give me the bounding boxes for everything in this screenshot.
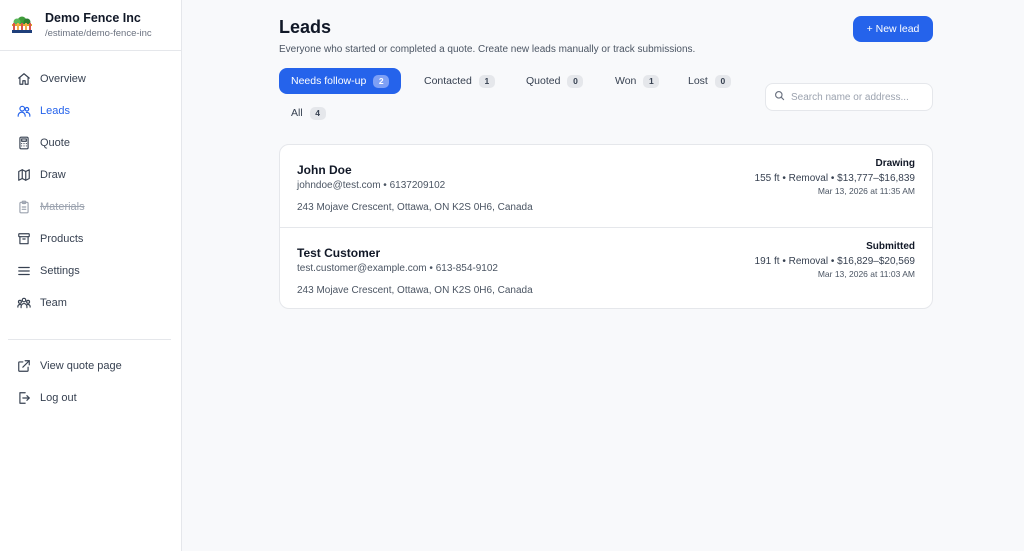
sidebar-item-leads[interactable]: Leads bbox=[0, 95, 181, 127]
tab-count-badge: 0 bbox=[714, 74, 731, 88]
sidebar-item-quote[interactable]: Quote bbox=[0, 127, 181, 159]
search-icon bbox=[774, 88, 785, 106]
tab-quoted[interactable]: Quoted 0 bbox=[526, 68, 584, 94]
tab-label: Needs follow-up bbox=[291, 75, 367, 87]
sidebar-item-team[interactable]: Team bbox=[0, 287, 181, 319]
sidebar-item-label: Settings bbox=[40, 265, 80, 277]
calculator-icon bbox=[16, 135, 32, 151]
sidebar-item-label: Overview bbox=[40, 73, 86, 85]
page-title: Leads bbox=[279, 17, 332, 37]
lead-address: 243 Mojave Crescent, Ottawa, ON K2S 0H6,… bbox=[297, 202, 533, 213]
map-icon bbox=[16, 167, 32, 183]
logout-icon bbox=[16, 390, 32, 406]
lead-date: Mar 13, 2026 at 11:35 AM bbox=[817, 186, 915, 196]
sidebar-item-label: Log out bbox=[40, 392, 77, 404]
sidebar-item-label: Products bbox=[40, 233, 84, 245]
leads-list: John Doe johndoe@test.com • 6137209102 2… bbox=[279, 144, 933, 309]
sidebar-divider bbox=[8, 339, 171, 340]
brand-path: /estimate/demo-fence-inc bbox=[45, 27, 152, 39]
lead-date: Mar 13, 2026 at 11:03 AM bbox=[817, 269, 915, 279]
tab-label: Won bbox=[615, 75, 637, 87]
sidebar: Demo Fence Inc /estimate/demo-fence-inc … bbox=[0, 0, 182, 551]
tab-count-badge: 1 bbox=[643, 74, 660, 88]
tab-lost[interactable]: Lost 0 bbox=[688, 68, 731, 94]
lead-status: Submitted bbox=[866, 241, 915, 252]
lead-name: Test Customer bbox=[297, 246, 381, 260]
tab-needs-follow-up[interactable]: Needs follow-up 2 bbox=[279, 68, 402, 94]
sidebar-item-label: Draw bbox=[40, 169, 66, 181]
new-lead-button[interactable]: + New lead bbox=[853, 16, 933, 42]
tab-count-badge: 1 bbox=[478, 74, 495, 88]
sidebar-item-log-out[interactable]: Log out bbox=[0, 382, 181, 414]
sidebar-item-overview[interactable]: Overview bbox=[0, 63, 181, 95]
sidebar-item-label: View quote page bbox=[40, 360, 122, 372]
sidebar-item-label: Leads bbox=[40, 105, 70, 117]
tab-all[interactable]: All 4 bbox=[291, 100, 326, 126]
sidebar-item-label: Materials bbox=[40, 201, 85, 213]
brand-name: Demo Fence Inc bbox=[45, 10, 141, 25]
sidebar-item-materials[interactable]: Materials bbox=[0, 191, 181, 223]
lead-contact: johndoe@test.com • 6137209102 bbox=[297, 180, 446, 191]
lead-contact: test.customer@example.com • 613-854-9102 bbox=[297, 263, 498, 274]
fence-logo-icon bbox=[10, 13, 34, 37]
team-icon bbox=[16, 295, 32, 311]
archive-icon bbox=[16, 231, 32, 247]
brand-header[interactable]: Demo Fence Inc /estimate/demo-fence-inc bbox=[0, 0, 181, 51]
tab-label: Contacted bbox=[424, 75, 472, 87]
lead-row[interactable]: John Doe johndoe@test.com • 6137209102 2… bbox=[280, 145, 932, 227]
sidebar-item-view-quote-page[interactable]: View quote page bbox=[0, 350, 181, 382]
tab-count-badge: 2 bbox=[373, 74, 390, 88]
tab-count-badge: 4 bbox=[309, 106, 326, 120]
search-box bbox=[765, 83, 933, 111]
sidebar-item-label: Quote bbox=[40, 137, 70, 149]
lead-status: Drawing bbox=[875, 158, 915, 169]
tab-label: Lost bbox=[688, 75, 708, 87]
search-input[interactable] bbox=[791, 91, 921, 103]
tab-contacted[interactable]: Contacted 1 bbox=[424, 68, 495, 94]
lead-name: John Doe bbox=[297, 163, 352, 177]
tab-label: Quoted bbox=[526, 75, 561, 87]
tab-count-badge: 0 bbox=[567, 74, 584, 88]
sidebar-item-settings[interactable]: Settings bbox=[0, 255, 181, 287]
tab-label: All bbox=[291, 107, 303, 119]
lead-detail: 155 ft • Removal • $13,777–$16,839 bbox=[754, 173, 915, 184]
lead-address: 243 Mojave Crescent, Ottawa, ON K2S 0H6,… bbox=[297, 285, 533, 296]
page-subtitle: Everyone who started or completed a quot… bbox=[279, 44, 696, 55]
sidebar-item-label: Team bbox=[40, 297, 67, 309]
lead-row[interactable]: Test Customer test.customer@example.com … bbox=[280, 227, 932, 308]
lead-detail: 191 ft • Removal • $16,829–$20,569 bbox=[754, 256, 915, 267]
home-icon bbox=[16, 71, 32, 87]
menu-icon bbox=[16, 263, 32, 279]
sidebar-nav: Overview Leads Quote Draw Materials Prod… bbox=[0, 51, 181, 414]
sidebar-item-draw[interactable]: Draw bbox=[0, 159, 181, 191]
sidebar-item-products[interactable]: Products bbox=[0, 223, 181, 255]
tab-won[interactable]: Won 1 bbox=[615, 68, 660, 94]
main-content: Leads Everyone who started or completed … bbox=[182, 0, 1024, 551]
users-icon bbox=[16, 103, 32, 119]
external-link-icon bbox=[16, 358, 32, 374]
clipboard-icon bbox=[16, 199, 32, 215]
